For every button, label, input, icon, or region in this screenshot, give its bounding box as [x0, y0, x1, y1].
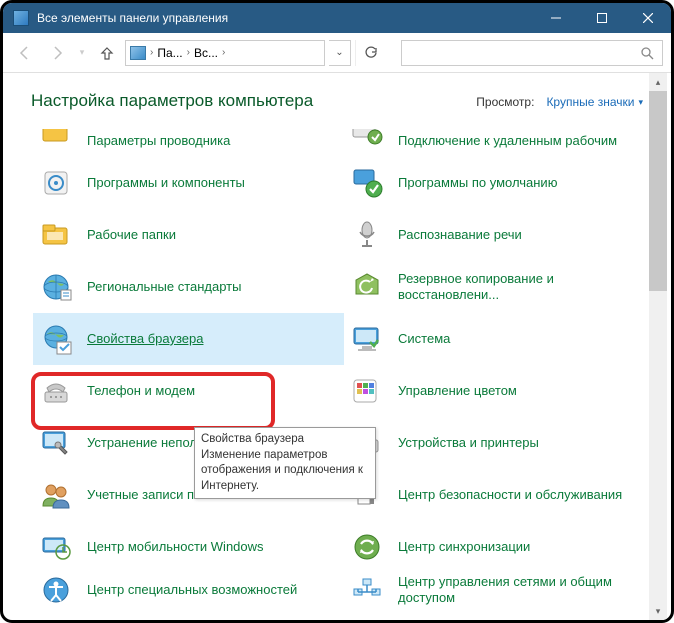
internet-options-icon: [39, 322, 73, 356]
region-icon: [39, 270, 73, 304]
address-dropdown[interactable]: ⌄: [329, 40, 351, 66]
refresh-button[interactable]: [355, 40, 385, 66]
control-panel-item[interactable]: Региональные стандарты: [33, 261, 344, 313]
color-mgmt-icon: [350, 374, 384, 408]
programs-icon: [39, 166, 73, 200]
control-panel-item[interactable]: Резервное копирование и восстановлени...: [344, 261, 655, 313]
control-panel-item[interactable]: Система: [344, 313, 655, 365]
item-label: Параметры проводника: [87, 133, 230, 149]
control-panel-item[interactable]: Рабочие папки: [33, 209, 344, 261]
search-input[interactable]: [401, 40, 663, 66]
view-value-text: Крупные значки: [546, 95, 634, 109]
item-label: Центр специальных возможностей: [87, 582, 297, 598]
control-panel-item[interactable]: Распознавание речи: [344, 209, 655, 261]
forward-button[interactable]: [43, 39, 71, 67]
control-panel-item[interactable]: Подключение к удаленным рабочим: [344, 129, 655, 157]
chevron-right-icon: ›: [150, 47, 153, 58]
page-title: Настройка параметров компьютера: [31, 91, 476, 111]
control-panel-item[interactable]: Центр специальных возможностей: [33, 573, 344, 607]
speech-icon: [350, 218, 384, 252]
up-button[interactable]: [93, 39, 121, 67]
item-label: Система: [398, 331, 450, 347]
default-programs-icon: [350, 166, 384, 200]
recent-dropdown[interactable]: ▾: [75, 39, 89, 67]
breadcrumb-1[interactable]: Па...: [157, 46, 182, 60]
back-button[interactable]: [11, 39, 39, 67]
scroll-down-arrow[interactable]: ▾: [649, 602, 667, 620]
item-label: Управление цветом: [398, 383, 517, 399]
view-label: Просмотр:: [476, 95, 534, 109]
item-label: Свойства браузера: [87, 331, 203, 347]
network-center-icon: [350, 573, 384, 607]
address-bar[interactable]: › Па... › Вс... ›: [125, 40, 325, 66]
control-panel-item[interactable]: Центр управления сетями и общим доступом: [344, 573, 655, 607]
control-panel-item[interactable]: Программы и компоненты: [33, 157, 344, 209]
tooltip: Свойства браузера Изменение параметров о…: [194, 427, 376, 499]
scroll-thumb[interactable]: [649, 91, 667, 291]
control-panel-item[interactable]: Управление цветом: [344, 365, 655, 417]
content-area: Настройка параметров компьютера Просмотр…: [3, 73, 671, 620]
tooltip-title: Свойства браузера: [201, 432, 369, 448]
ease-of-access-icon: [39, 573, 73, 607]
item-label: Распознавание речи: [398, 227, 522, 243]
control-panel-icon: [13, 10, 29, 26]
mobility-center-icon: [39, 530, 73, 564]
work-folders-icon: [39, 218, 73, 252]
user-accounts-icon: [39, 478, 73, 512]
item-label: Программы и компоненты: [87, 175, 245, 191]
titlebar: Все элементы панели управления: [3, 3, 671, 33]
item-label: Программы по умолчанию: [398, 175, 557, 191]
view-selector[interactable]: Крупные значки ▾: [546, 95, 643, 109]
items-grid: Параметры проводника Подключение к удале…: [3, 129, 671, 607]
control-panel-item[interactable]: Программы по умолчанию: [344, 157, 655, 209]
control-panel-item[interactable]: Телефон и модем: [33, 365, 344, 417]
item-label: Телефон и модем: [87, 383, 195, 399]
phone-modem-icon: [39, 374, 73, 408]
chevron-down-icon: ▾: [638, 97, 643, 108]
backup-icon: [350, 270, 384, 304]
toolbar: ▾ › Па... › Вс... › ⌄: [3, 33, 671, 73]
remote-app-icon: [350, 129, 384, 149]
close-button[interactable]: [625, 3, 671, 33]
item-label: Центр синхронизации: [398, 539, 530, 555]
folder-options-icon: [39, 129, 73, 149]
item-label: Устройства и принтеры: [398, 435, 539, 451]
item-label: Резервное копирование и восстановлени...: [398, 271, 649, 304]
tooltip-body: Изменение параметров отображения и подкл…: [201, 449, 363, 492]
scroll-up-arrow[interactable]: ▴: [649, 73, 667, 91]
breadcrumb-2[interactable]: Вс...: [194, 46, 218, 60]
item-label: Центр мобильности Windows: [87, 539, 264, 555]
minimize-button[interactable]: [533, 3, 579, 33]
control-panel-item[interactable]: Параметры проводника: [33, 129, 344, 157]
item-label: Центр безопасности и обслуживания: [398, 487, 622, 503]
search-icon: [640, 46, 654, 60]
item-label: Центр управления сетями и общим доступом: [398, 574, 649, 607]
maximize-button[interactable]: [579, 3, 625, 33]
troubleshoot-icon: [39, 426, 73, 460]
control-panel-item[interactable]: Центр синхронизации: [344, 521, 655, 573]
control-panel-item[interactable]: Свойства браузера: [33, 313, 344, 365]
system-icon: [350, 322, 384, 356]
chevron-right-icon: ›: [187, 47, 190, 58]
control-panel-item[interactable]: Центр мобильности Windows: [33, 521, 344, 573]
window-title: Все элементы панели управления: [37, 11, 533, 25]
address-icon: [130, 46, 146, 60]
item-label: Региональные стандарты: [87, 279, 241, 295]
sync-center-icon: [350, 530, 384, 564]
control-panel-item[interactable]: Устройства и принтеры: [344, 417, 655, 469]
scrollbar[interactable]: ▴ ▾: [649, 73, 667, 620]
item-label: Рабочие папки: [87, 227, 176, 243]
control-panel-item[interactable]: Центр безопасности и обслуживания: [344, 469, 655, 521]
chevron-right-icon: ›: [222, 47, 225, 58]
item-label: Подключение к удаленным рабочим: [398, 133, 617, 149]
